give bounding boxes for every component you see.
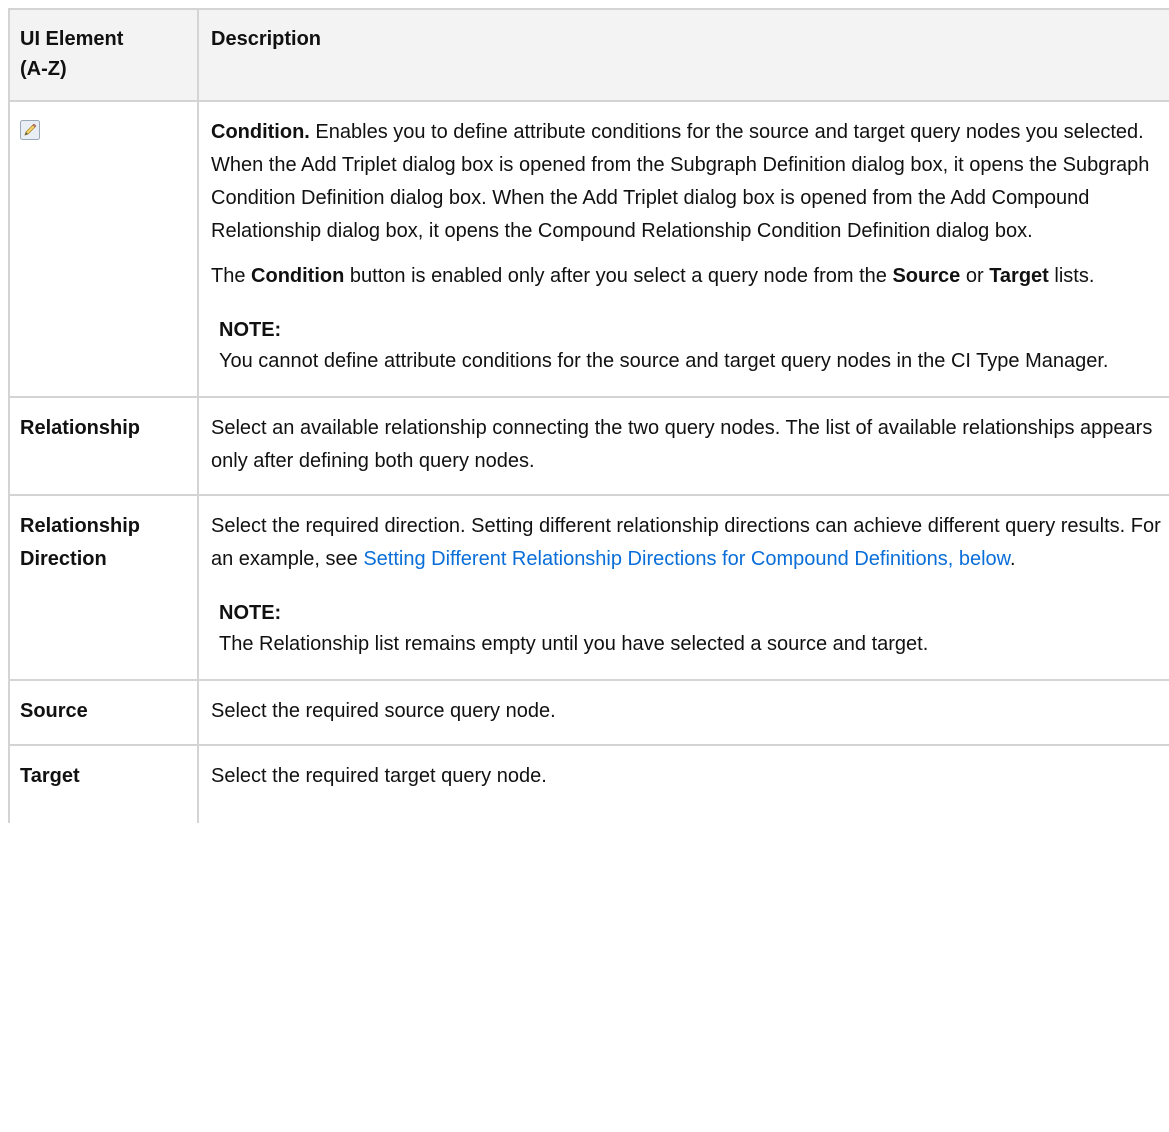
table-header-row: UI Element (A-Z) Description	[8, 8, 1169, 102]
relationship-direction-text-end: .	[1009, 548, 1016, 570]
condition-para-text: The	[211, 265, 252, 287]
relationship-direction-description: Select the required direction. Setting d…	[211, 510, 1164, 576]
header-ui-element-line1: UI Element	[20, 28, 124, 50]
relationship-label: Relationship	[20, 417, 141, 439]
relationship-element-cell: Relationship	[8, 396, 199, 496]
condition-para-text: lists.	[1048, 265, 1095, 287]
relationship-direction-note: NOTE: The Relationship list remains empt…	[211, 598, 1164, 663]
pencil-icon	[20, 118, 40, 140]
source-description: Select the required source query node.	[211, 700, 556, 722]
note-text: The Relationship list remains empty unti…	[219, 633, 929, 655]
header-ui-element-line2: (A-Z)	[20, 58, 67, 80]
note-title: NOTE:	[219, 602, 282, 624]
relationship-direction-label-line2: Direction	[20, 548, 107, 570]
condition-note: NOTE: You cannot define attribute condit…	[211, 315, 1164, 380]
table-row-source: Source Select the required source query …	[8, 679, 1169, 746]
condition-text: Enables you to define attribute conditio…	[211, 121, 1150, 242]
condition-para-bold-target: Target	[989, 265, 1049, 287]
relationship-direction-description-cell: Select the required direction. Setting d…	[197, 494, 1169, 681]
note-title: NOTE:	[219, 319, 282, 341]
table-row-target: Target Select the required target query …	[8, 744, 1169, 823]
condition-para-bold-condition: Condition	[251, 265, 345, 287]
ui-elements-table: UI Element (A-Z) Description Condition. …	[8, 8, 1169, 823]
target-description: Select the required target query node.	[211, 765, 547, 787]
condition-term: Condition.	[211, 121, 310, 143]
condition-element-cell	[8, 100, 199, 398]
condition-description-cell: Condition. Enables you to define attribu…	[197, 100, 1169, 398]
source-label: Source	[20, 700, 88, 722]
setting-directions-link[interactable]: Setting Different Relationship Direction…	[363, 548, 1010, 570]
relationship-description: Select an available relationship connect…	[211, 417, 1153, 472]
relationship-direction-label-line1: Relationship	[20, 515, 141, 537]
target-description-cell: Select the required target query node.	[197, 744, 1169, 823]
condition-para-text: button is enabled only after you select …	[344, 265, 893, 287]
table-row-condition: Condition. Enables you to define attribu…	[8, 100, 1169, 398]
condition-enabled-paragraph: The Condition button is enabled only aft…	[211, 260, 1164, 293]
relationship-direction-element-cell: Relationship Direction	[8, 494, 199, 681]
source-description-cell: Select the required source query node.	[197, 679, 1169, 746]
condition-description: Condition. Enables you to define attribu…	[211, 116, 1164, 248]
relationship-description-cell: Select an available relationship connect…	[197, 396, 1169, 496]
target-label: Target	[20, 765, 80, 787]
table-row-relationship: Relationship Select an available relatio…	[8, 396, 1169, 496]
header-description: Description	[197, 8, 1169, 102]
header-ui-element: UI Element (A-Z)	[8, 8, 199, 102]
table-row-relationship-direction: Relationship Direction Select the requir…	[8, 494, 1169, 681]
condition-para-text: or	[960, 265, 990, 287]
target-element-cell: Target	[8, 744, 199, 823]
condition-para-bold-source: Source	[892, 265, 961, 287]
header-description-label: Description	[211, 28, 322, 50]
source-element-cell: Source	[8, 679, 199, 746]
note-text: You cannot define attribute conditions f…	[219, 350, 1109, 372]
